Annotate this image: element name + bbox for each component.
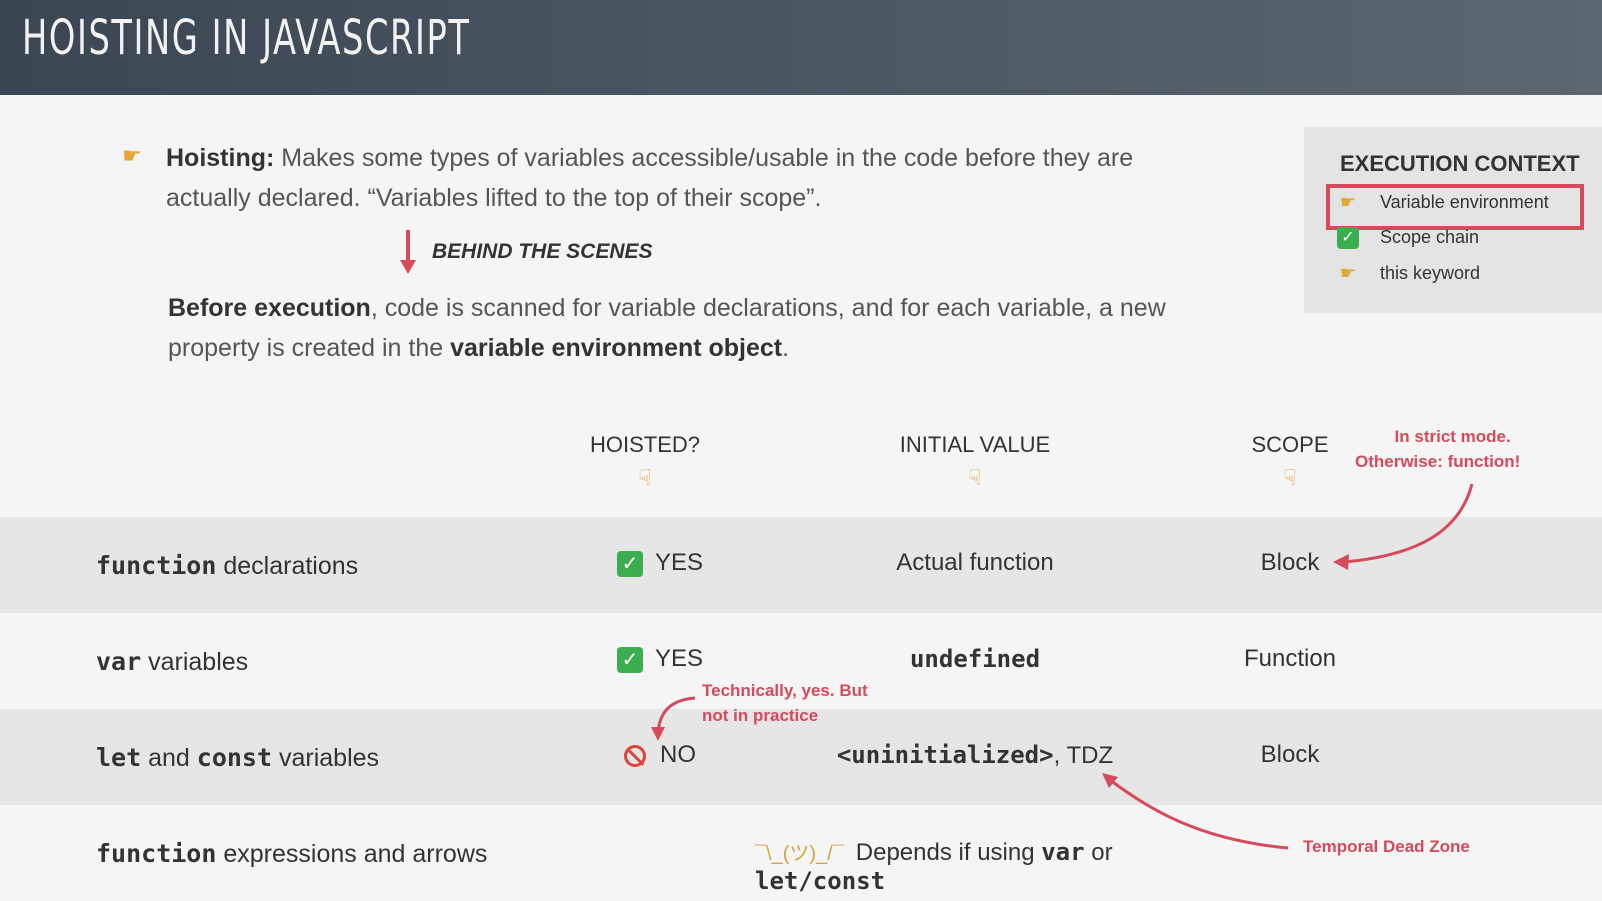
annotation-arrows xyxy=(651,483,1474,850)
technically-arrow xyxy=(656,696,696,733)
strict-arrowhead xyxy=(1333,554,1349,570)
technically-arrowhead xyxy=(651,727,665,741)
tdz-arrow xyxy=(1109,778,1289,850)
strict-arrow xyxy=(1344,483,1474,564)
